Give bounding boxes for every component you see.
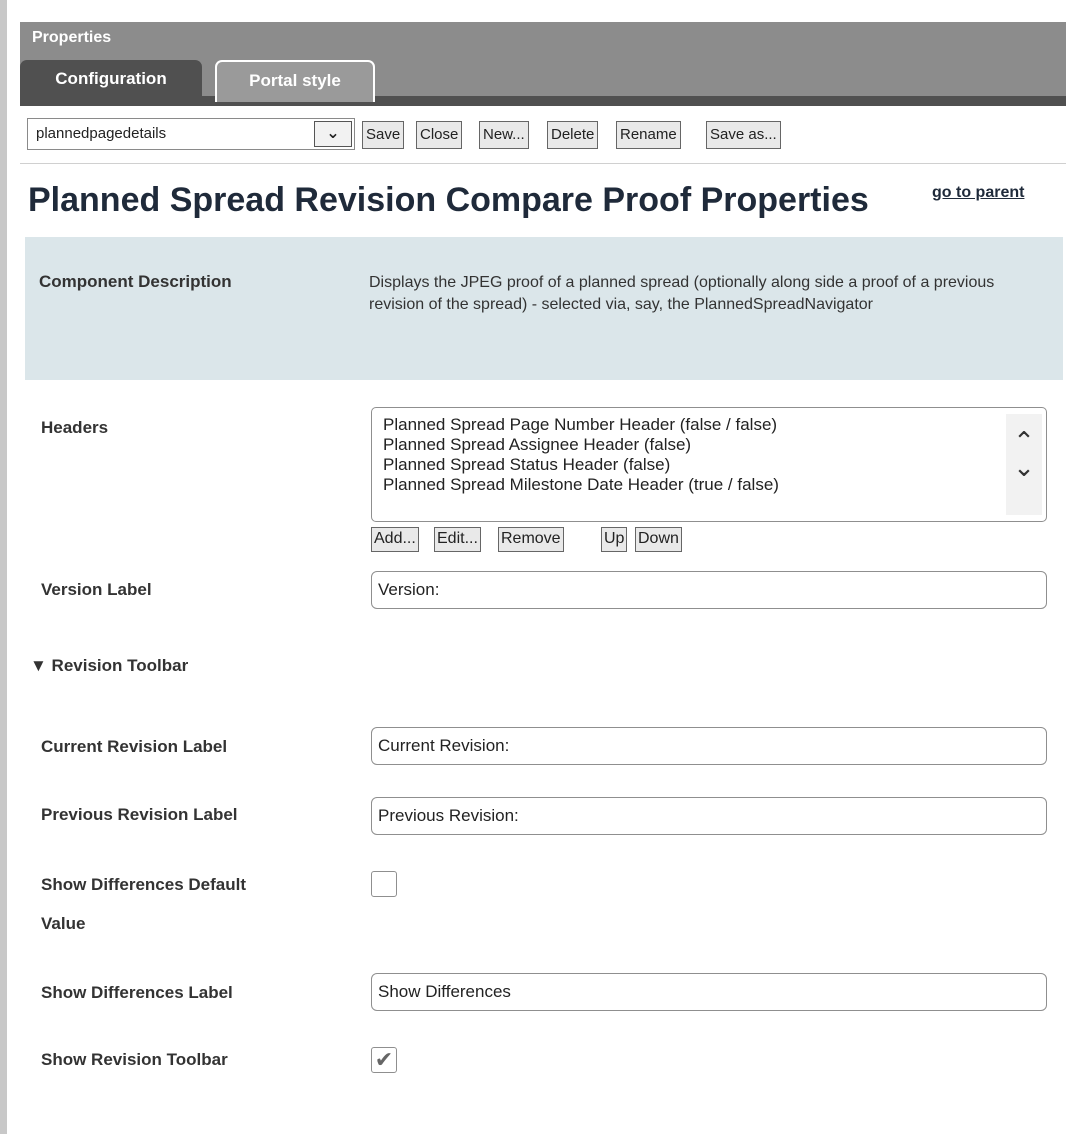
delete-button[interactable]: Delete [547, 121, 599, 149]
move-down-button[interactable]: Down [635, 527, 682, 552]
show-diff-label-label: Show Differences Label [41, 983, 233, 1002]
show-diff-label-input[interactable]: Show Differences [371, 973, 1047, 1011]
move-up-button[interactable]: Up [601, 527, 628, 552]
current-revision-label: Current Revision Label [41, 737, 228, 756]
headers-label: Headers [41, 418, 109, 437]
page-title: Planned Spread Revision Compare Proof Pr… [28, 181, 869, 219]
properties-panel [7, 0, 1066, 1134]
description-text: Displays the JPEG proof of a planned spr… [369, 274, 995, 313]
previous-revision-label: Previous Revision Label [41, 805, 238, 824]
version-label: Version Label [41, 580, 152, 599]
list-item[interactable]: Planned Spread Assignee Header (false) [383, 435, 1046, 455]
window-left-border [0, 0, 7, 1134]
revision-toolbar-toggle[interactable]: ▼ Revision Toolbar [30, 656, 188, 676]
previous-revision-input[interactable]: Previous Revision: [371, 797, 1047, 835]
show-diff-default-label-cont: Value [41, 914, 86, 933]
chevron-down-icon[interactable]: ⌄ [1006, 452, 1042, 482]
list-item[interactable]: Planned Spread Page Number Header (false… [383, 415, 1046, 435]
tab-configuration[interactable]: Configuration [20, 60, 202, 102]
show-diff-default-label: Show Differences Default [41, 875, 246, 894]
rename-button[interactable]: Rename [616, 121, 681, 149]
current-revision-input[interactable]: Current Revision: [371, 727, 1047, 765]
save-button[interactable]: Save [362, 121, 405, 149]
show-diff-default-checkbox[interactable] [371, 871, 397, 897]
headers-listbox[interactable]: Planned Spread Page Number Header (false… [371, 407, 1047, 522]
edit-header-button[interactable]: Edit... [434, 527, 481, 552]
go-to-parent-link[interactable]: go to parent [932, 184, 1024, 202]
new-button[interactable]: New... [479, 121, 529, 149]
description-label: Component Description [39, 272, 232, 291]
save-as-button[interactable]: Save as... [706, 121, 781, 149]
add-header-button[interactable]: Add... [371, 527, 419, 552]
panel-title: Properties [20, 22, 1066, 56]
tab-portal-style[interactable]: Portal style [215, 60, 375, 102]
list-item[interactable]: Planned Spread Status Header (false) [383, 455, 1046, 475]
version-input[interactable]: Version: [371, 571, 1047, 609]
list-item[interactable]: Planned Spread Milestone Date Header (tr… [383, 475, 1046, 495]
chevron-down-icon[interactable]: ⌄ [314, 121, 352, 147]
close-button[interactable]: Close [416, 121, 463, 149]
check-icon: ✔ [374, 1047, 394, 1072]
remove-header-button[interactable]: Remove [498, 527, 564, 552]
config-select[interactable]: plannedpagedetails [27, 118, 355, 150]
show-revision-toolbar-label: Show Revision Toolbar [41, 1050, 228, 1069]
show-revision-toolbar-checkbox[interactable]: ✔ [371, 1047, 397, 1073]
